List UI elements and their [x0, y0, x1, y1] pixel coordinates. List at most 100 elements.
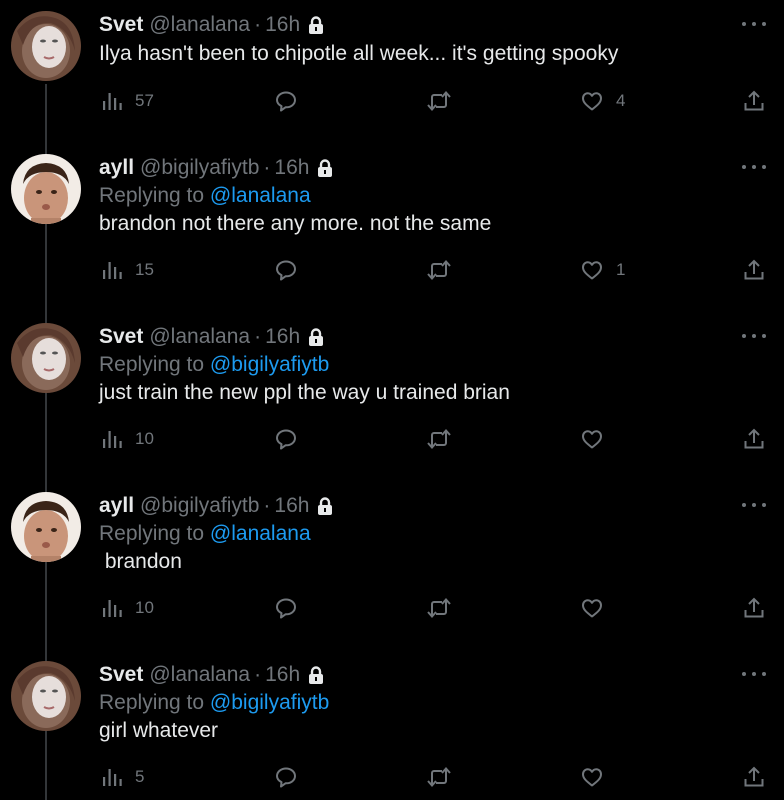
replying-to: Replying to @lanalana	[99, 183, 311, 209]
views-button[interactable]: 15	[101, 256, 154, 284]
separator-dot: ·	[254, 663, 262, 686]
user-handle[interactable]: @lanalana	[149, 12, 250, 38]
share-button[interactable]	[742, 256, 766, 284]
speech-bubble-icon	[274, 89, 298, 113]
replying-prefix: Replying to	[99, 184, 210, 207]
tweet-header: Svet @lanalana · 16h	[99, 324, 324, 350]
ellipsis-icon[interactable]	[742, 326, 766, 346]
user-handle[interactable]: @bigilyafiytb	[140, 493, 259, 519]
tweet-header: ayll @bigilyafiytb · 16h	[99, 155, 333, 181]
tweet-actions: 15 1	[99, 256, 779, 284]
retweet-arrows-icon	[426, 258, 452, 282]
speech-bubble-icon	[274, 765, 298, 789]
likes-count: 4	[616, 91, 626, 110]
ellipsis-icon[interactable]	[742, 664, 766, 684]
like-button[interactable]	[580, 425, 616, 453]
bar-chart-icon	[101, 428, 123, 450]
heart-icon	[580, 258, 604, 282]
reply-button[interactable]	[274, 87, 298, 115]
reply-button[interactable]	[274, 594, 298, 622]
share-upload-icon	[742, 258, 766, 282]
replying-to-handle[interactable]: @lanalana	[210, 184, 311, 207]
heart-icon	[580, 427, 604, 451]
reply-button[interactable]	[274, 425, 298, 453]
like-button[interactable]: 4	[580, 87, 625, 115]
share-upload-icon	[742, 596, 766, 620]
replying-to-handle[interactable]: @lanalana	[210, 522, 311, 545]
tweet-text: girl whatever	[99, 719, 219, 742]
avatar[interactable]	[11, 11, 81, 81]
bar-chart-icon	[101, 597, 123, 619]
heart-icon	[580, 596, 604, 620]
user-handle[interactable]: @lanalana	[149, 324, 250, 350]
ellipsis-icon[interactable]	[742, 495, 766, 515]
views-count: 10	[135, 429, 154, 448]
reply-button[interactable]	[274, 256, 298, 284]
heart-icon	[580, 765, 604, 789]
views-button[interactable]: 10	[101, 594, 154, 622]
timestamp[interactable]: 16h	[265, 324, 300, 350]
retweet-button[interactable]	[426, 425, 452, 453]
like-button[interactable]: 1	[580, 256, 625, 284]
tweet-text: brandon	[99, 550, 182, 573]
tweet-actions: 57 4	[99, 87, 779, 115]
timestamp[interactable]: 16h	[274, 155, 309, 181]
replying-to: Replying to @lanalana	[99, 521, 311, 547]
display-name[interactable]: Svet	[99, 324, 143, 350]
retweet-button[interactable]	[426, 87, 452, 115]
tweet-actions: 10	[99, 425, 779, 453]
likes-count: 1	[616, 260, 626, 279]
user-handle[interactable]: @bigilyafiytb	[140, 155, 259, 181]
avatar[interactable]	[11, 492, 81, 562]
separator-dot: ·	[254, 325, 262, 348]
tweet[interactable]: Svet @lanalana · 16h Replying to @bigily…	[0, 650, 784, 800]
replying-to-handle[interactable]: @bigilyafiytb	[210, 353, 329, 376]
share-button[interactable]	[742, 763, 766, 791]
like-button[interactable]	[580, 594, 616, 622]
avatar[interactable]	[11, 154, 81, 224]
reply-button[interactable]	[274, 763, 298, 791]
share-button[interactable]	[742, 594, 766, 622]
tweet[interactable]: ayll @bigilyafiytb · 16h Replying to @la…	[0, 143, 784, 312]
display-name[interactable]: ayll	[99, 493, 134, 519]
views-button[interactable]: 57	[101, 87, 154, 115]
display-name[interactable]: Svet	[99, 12, 143, 38]
avatar[interactable]	[11, 661, 81, 731]
retweet-arrows-icon	[426, 596, 452, 620]
timestamp[interactable]: 16h	[265, 662, 300, 688]
share-button[interactable]	[742, 425, 766, 453]
views-button[interactable]: 5	[101, 763, 144, 791]
like-button[interactable]	[580, 763, 616, 791]
replying-to: Replying to @bigilyafiytb	[99, 352, 329, 378]
replying-prefix: Replying to	[99, 691, 210, 714]
timestamp[interactable]: 16h	[265, 12, 300, 38]
tweet-header: ayll @bigilyafiytb · 16h	[99, 493, 333, 519]
share-upload-icon	[742, 427, 766, 451]
views-button[interactable]: 10	[101, 425, 154, 453]
bar-chart-icon	[101, 766, 123, 788]
avatar[interactable]	[11, 323, 81, 393]
ellipsis-icon[interactable]	[742, 157, 766, 177]
replying-prefix: Replying to	[99, 522, 210, 545]
speech-bubble-icon	[274, 427, 298, 451]
replying-to-handle[interactable]: @bigilyafiytb	[210, 691, 329, 714]
tweet[interactable]: ayll @bigilyafiytb · 16h Replying to @la…	[0, 481, 784, 650]
bar-chart-icon	[101, 90, 123, 112]
user-handle[interactable]: @lanalana	[149, 662, 250, 688]
timestamp[interactable]: 16h	[274, 493, 309, 519]
retweet-button[interactable]	[426, 763, 452, 791]
views-count: 5	[135, 767, 145, 786]
tweet[interactable]: Svet @lanalana · 16h Replying to @bigily…	[0, 312, 784, 481]
tweet-header: Svet @lanalana · 16h	[99, 662, 324, 688]
retweet-arrows-icon	[426, 89, 452, 113]
tweet-actions: 5	[99, 763, 779, 791]
heart-icon	[580, 89, 604, 113]
display-name[interactable]: Svet	[99, 662, 143, 688]
retweet-button[interactable]	[426, 594, 452, 622]
display-name[interactable]: ayll	[99, 155, 134, 181]
share-button[interactable]	[742, 87, 766, 115]
lock-icon	[308, 15, 324, 35]
tweet-text: brandon not there any more. not the same	[99, 212, 492, 235]
retweet-button[interactable]	[426, 256, 452, 284]
ellipsis-icon[interactable]	[742, 14, 766, 34]
